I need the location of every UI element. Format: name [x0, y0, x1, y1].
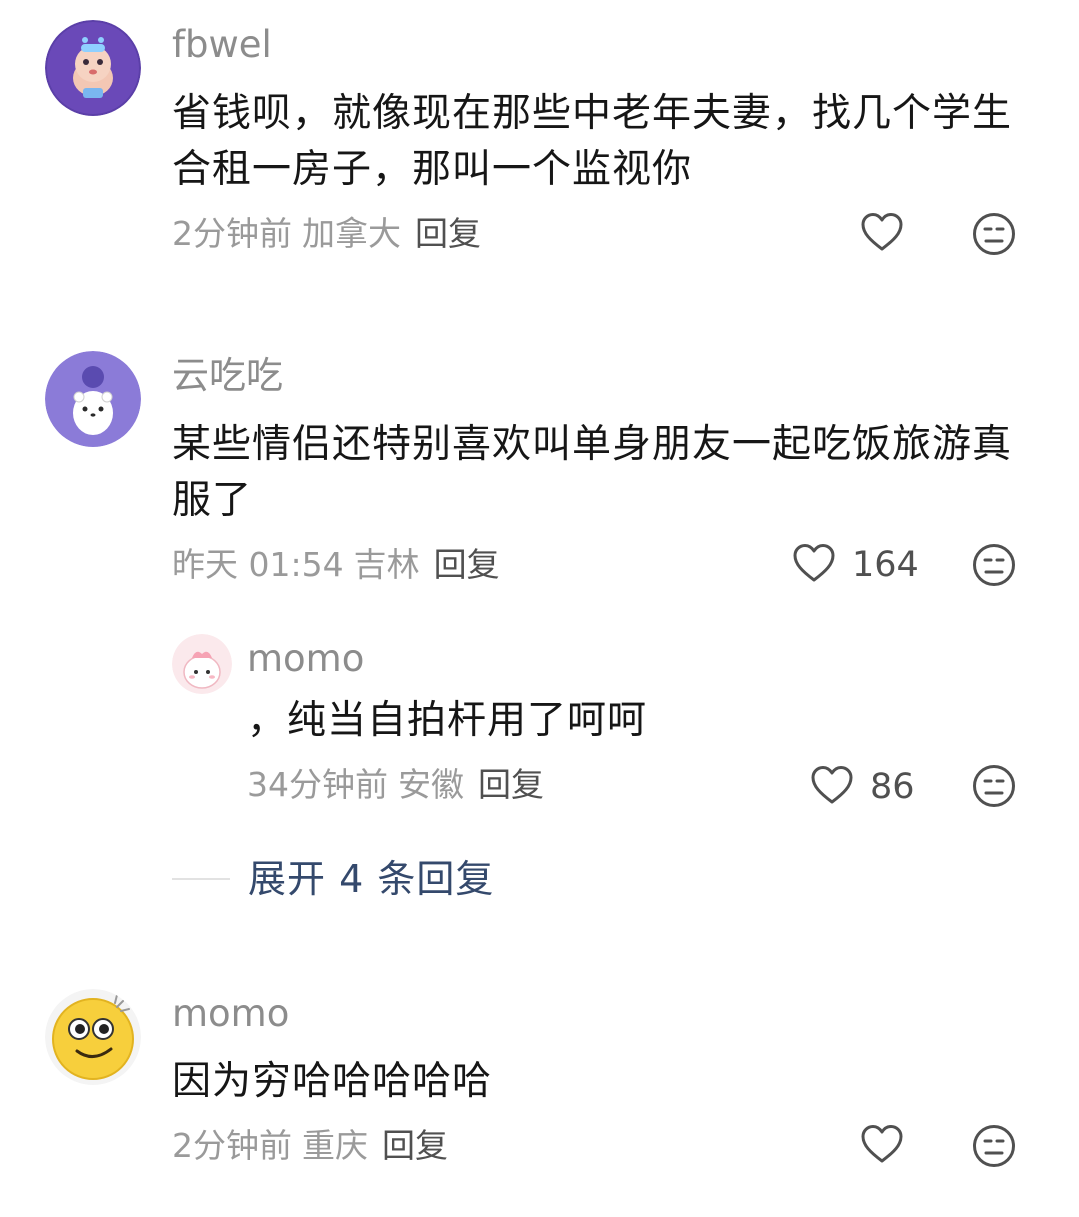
like-button[interactable] — [860, 1124, 904, 1168]
avatar[interactable] — [45, 20, 141, 116]
comment-username[interactable]: 云吃吃 — [172, 356, 283, 396]
comment-location: 吉林 — [353, 545, 420, 584]
reply-time: 34分钟前 — [247, 765, 388, 804]
dislike-face-icon — [972, 1124, 1016, 1172]
heart-icon — [810, 765, 854, 809]
comment-time: 2分钟前 — [172, 1126, 292, 1165]
comment-text: 某些情侣还特别喜欢叫单身朋友一起吃饭旅游真服了 — [172, 422, 1013, 523]
dislike-button[interactable] — [972, 212, 1016, 260]
comment-meta: 2分钟前 加拿大 回复 — [172, 214, 481, 254]
comment-location: 重庆 — [302, 1126, 368, 1165]
comment-meta: 2分钟前 重庆 回复 — [172, 1126, 448, 1166]
heart-icon — [792, 543, 836, 587]
expand-replies-button[interactable]: 展开 4 条回复 — [172, 856, 494, 902]
heart-icon — [860, 1124, 904, 1168]
comment-meta: 昨天 01:54 吉林 回复 — [172, 545, 500, 585]
comment-text: 因为穷哈哈哈哈哈 — [172, 1059, 493, 1104]
like-count: 86 — [870, 767, 915, 807]
dislike-face-icon — [972, 212, 1016, 260]
dislike-face-icon — [972, 764, 1016, 812]
dislike-face-icon — [972, 543, 1016, 591]
reply-avatar[interactable] — [172, 634, 232, 694]
reply-meta: 34分钟前 安徽 回复 — [247, 765, 544, 805]
reply-button[interactable]: 回复 — [434, 545, 500, 584]
reply-username[interactable]: momo — [247, 639, 364, 679]
comment-username[interactable]: momo — [172, 994, 289, 1034]
reply-location: 安徽 — [398, 765, 464, 804]
comment-time: 昨天 01:54 — [172, 545, 344, 584]
comment-location: 加拿大 — [302, 214, 401, 253]
reply-text: ，纯当自拍杆用了呵呵 — [247, 698, 648, 743]
avatar[interactable] — [45, 989, 141, 1085]
dislike-button[interactable] — [972, 543, 1016, 591]
reply-button[interactable]: 回复 — [382, 1126, 448, 1165]
heart-icon — [860, 212, 904, 256]
expand-divider — [172, 878, 230, 880]
avatar[interactable] — [45, 351, 141, 447]
comment-time: 2分钟前 — [172, 214, 292, 253]
like-button[interactable] — [860, 212, 904, 256]
comment-text: 省钱呗，就像现在那些中老年夫妻，找几个学生合租一房子，那叫一个监视你 — [172, 91, 1013, 192]
reply-button[interactable]: 回复 — [478, 765, 544, 804]
like-count: 164 — [852, 545, 919, 585]
dislike-button[interactable] — [972, 1124, 1016, 1172]
reply-button[interactable]: 回复 — [415, 214, 481, 253]
comment-username[interactable]: fbwel — [172, 25, 272, 65]
like-button[interactable]: 164 — [792, 543, 919, 587]
expand-replies-label: 展开 4 条回复 — [248, 857, 495, 901]
dislike-button[interactable] — [972, 764, 1016, 812]
like-button[interactable]: 86 — [810, 765, 915, 809]
